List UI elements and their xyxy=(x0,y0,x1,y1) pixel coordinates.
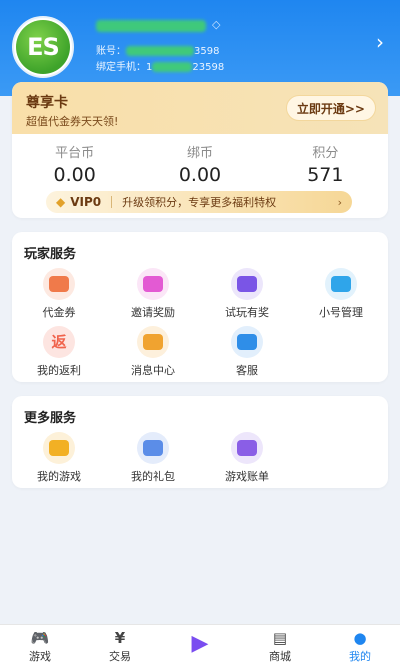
service-label: 试玩有奖 xyxy=(225,306,269,319)
phone-redacted xyxy=(152,62,193,72)
vip-subtitle: 超值代金券天天领! xyxy=(26,115,119,128)
me-icon: ● xyxy=(353,629,367,647)
more-services-grid: 我的游戏 我的礼包 游戏账单 xyxy=(12,432,388,490)
stat-points[interactable]: 积分 571 xyxy=(263,142,388,186)
player-services-grid: 代金券 邀请奖励 试玩有奖 小号管理返我的返利 消息中心 客服 xyxy=(12,268,388,384)
account-redacted xyxy=(126,46,194,56)
service-item[interactable]: 我的游戏 xyxy=(12,432,106,490)
icon-glyph xyxy=(143,440,163,456)
vip-level-bar[interactable]: ◆ VIP0 升级领积分，专享更多福利特权 › xyxy=(46,191,352,213)
vip-diamond-icon: ◆ xyxy=(56,195,66,209)
vip-banner: 尊享卡 超值代金券天天领! 立即开通>> xyxy=(12,82,388,134)
icon-glyph xyxy=(237,276,257,292)
stat-bound-coin[interactable]: 绑币 0.00 xyxy=(137,142,262,186)
phone-label: 绑定手机： xyxy=(96,62,146,73)
invite-icon xyxy=(137,268,169,300)
diamond-icon: ◇ xyxy=(212,18,221,31)
stat-label: 积分 xyxy=(312,146,339,161)
service-item[interactable]: 邀请奖励 xyxy=(106,268,200,326)
account-row: 账号： 3598 xyxy=(96,42,219,57)
service-item[interactable]: 代金券 xyxy=(12,268,106,326)
tab-游戏[interactable]: 🎮 游戏 xyxy=(0,625,80,666)
section-title: 更多服务 xyxy=(24,411,77,426)
icon-glyph xyxy=(237,440,257,456)
tab-交易[interactable]: ¥ 交易 xyxy=(80,625,160,666)
tab-我的[interactable]: ● 我的 xyxy=(320,625,400,666)
shop-icon: ▤ xyxy=(272,629,288,647)
service-label: 小号管理 xyxy=(319,306,363,319)
bill-icon xyxy=(231,432,263,464)
pacman-icon xyxy=(43,432,75,464)
support-icon xyxy=(231,326,263,358)
stat-label: 绑币 xyxy=(186,146,213,161)
service-item[interactable]: 我的礼包 xyxy=(106,432,200,490)
balance-stats: 平台币 0.00 绑币 0.00 积分 571 xyxy=(12,142,388,186)
service-label: 我的游戏 xyxy=(37,470,81,483)
tab-label: 我的 xyxy=(349,650,371,663)
icon-glyph xyxy=(237,334,257,350)
icon-glyph xyxy=(49,276,69,292)
stat-label: 平台币 xyxy=(55,146,95,161)
service-item[interactable]: 消息中心 xyxy=(106,326,200,384)
service-label: 消息中心 xyxy=(131,364,175,377)
phone-row: 绑定手机：1 23598 xyxy=(96,58,224,73)
tab-label: 交易 xyxy=(109,650,131,663)
play-center-icon: ▶ xyxy=(191,631,209,656)
more-services-card: 更多服务 我的游戏 我的礼包 游戏账单 xyxy=(12,396,388,488)
gamepad-icon xyxy=(231,268,263,300)
stat-value: 571 xyxy=(307,164,344,186)
service-item[interactable]: 游戏账单 xyxy=(200,432,294,490)
tab-商城[interactable]: ▤ 商城 xyxy=(240,625,320,666)
username-redacted xyxy=(96,20,206,32)
service-label: 代金券 xyxy=(42,306,76,319)
service-label: 我的返利 xyxy=(37,364,81,377)
section-title: 玩家服务 xyxy=(24,247,77,262)
tab-label: 游戏 xyxy=(29,650,51,663)
icon-glyph xyxy=(143,276,163,292)
service-label: 游戏账单 xyxy=(225,470,269,483)
stat-value: 0.00 xyxy=(178,164,222,186)
service-label: 我的礼包 xyxy=(131,470,175,483)
open-vip-button[interactable]: 立即开通>> xyxy=(285,95,376,121)
voucher-icon xyxy=(43,268,75,300)
vip-card: 尊享卡 超值代金券天天领! 立即开通>> 平台币 0.00 绑币 0.00 积分… xyxy=(12,82,388,218)
chevron-right-icon[interactable]: › xyxy=(376,32,384,52)
stat-platform-coin[interactable]: 平台币 0.00 xyxy=(12,142,137,186)
icon-glyph xyxy=(143,334,163,350)
service-item[interactable]: 返我的返利 xyxy=(12,326,106,384)
tab-label: 商城 xyxy=(269,650,291,663)
vip-title: 尊享卡 xyxy=(26,95,68,111)
service-label: 客服 xyxy=(236,364,258,377)
icon-glyph xyxy=(49,440,69,456)
avatar[interactable]: ES xyxy=(12,16,74,78)
icon-glyph: 返 xyxy=(51,333,67,351)
service-item[interactable]: 试玩有奖 xyxy=(200,268,294,326)
rebate-icon: 返 xyxy=(43,326,75,358)
trade-icon: ¥ xyxy=(114,629,126,647)
service-item[interactable]: 客服 xyxy=(200,326,294,384)
account-suffix: 3598 xyxy=(194,46,220,57)
player-services-card: 玩家服务 代金券 邀请奖励 试玩有奖 小号管理返我的返利 消息中心 客服 xyxy=(12,232,388,382)
service-item[interactable]: 小号管理 xyxy=(294,268,388,326)
avatar-logo: ES xyxy=(16,20,70,74)
account-label: 账号： xyxy=(96,46,126,57)
vip-upgrade-message: 升级领积分，专享更多福利特权 xyxy=(122,196,277,209)
phone-suffix: 23598 xyxy=(192,62,225,73)
gift-icon xyxy=(137,432,169,464)
bottom-tab-bar: 🎮 游戏 ¥ 交易 ▶ ▤ 商城 ● 我的 xyxy=(0,624,400,666)
icon-glyph xyxy=(331,276,351,292)
chevron-right-icon: › xyxy=(337,195,342,209)
gamepad-tab-icon: 🎮 xyxy=(30,629,50,647)
service-label: 邀请奖励 xyxy=(131,306,175,319)
stat-value: 0.00 xyxy=(53,164,96,186)
vip-level: VIP0 xyxy=(70,195,102,209)
tab-center[interactable]: ▶ xyxy=(160,625,240,666)
divider xyxy=(111,196,113,208)
user-icon xyxy=(325,268,357,300)
message-icon xyxy=(137,326,169,358)
